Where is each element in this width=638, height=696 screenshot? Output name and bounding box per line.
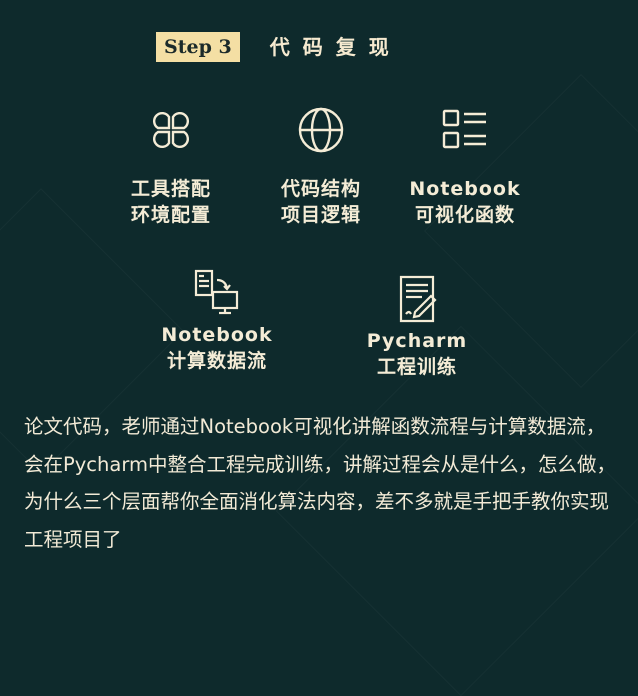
description-paragraph: 论文代码，老师通过Notebook可视化讲解函数流程与计算数据流，会在Pycha…: [24, 415, 616, 551]
step-header: Step 3 代码复现: [156, 32, 402, 62]
feature-label-line2: 项目逻辑: [280, 204, 361, 226]
feature-notebook-visualize: Notebook 可视化函数: [398, 104, 532, 228]
feature-label-line2: 可视化函数: [414, 204, 515, 226]
feature-pycharm-training: Pycharm 工程训练: [355, 274, 479, 380]
feature-label-line2: 工程训练: [376, 356, 457, 378]
feature-label-line2: 计算数据流: [166, 350, 267, 372]
document-edit-icon: [399, 275, 437, 323]
feature-label-line1: Pycharm: [366, 330, 468, 352]
feature-notebook-dataflow: Notebook 计算数据流: [150, 268, 284, 374]
computer-sync-icon: [194, 269, 239, 315]
clover-icon: [153, 112, 189, 148]
feature-label-line1: 代码结构: [280, 178, 361, 200]
list-icon: [442, 109, 486, 149]
section-title: 代码复现: [269, 35, 402, 59]
feature-label-line1: Notebook: [161, 324, 273, 346]
globe-icon: [298, 107, 344, 153]
step-badge: Step 3: [156, 32, 240, 62]
feature-label-line2: 环境配置: [130, 204, 211, 226]
feature-environment: 工具搭配 环境配置: [112, 104, 230, 228]
feature-code-structure: 代码结构 项目逻辑: [262, 104, 380, 228]
feature-label-line1: Notebook: [409, 178, 521, 200]
feature-label-line1: 工具搭配: [130, 178, 211, 200]
